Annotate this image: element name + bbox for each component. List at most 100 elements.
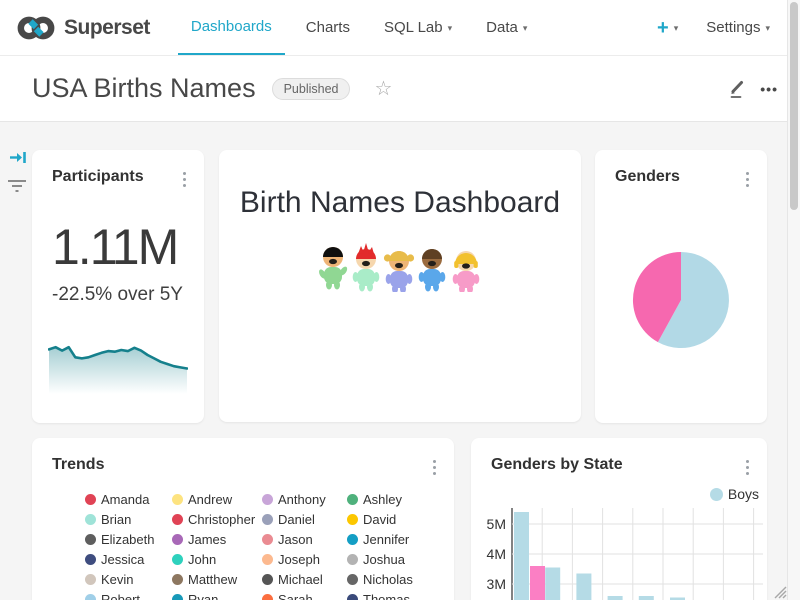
chevron-down-icon: ▾	[523, 23, 528, 34]
trends-legend-item[interactable]: Brian	[85, 512, 131, 527]
trends-legend-item[interactable]: Joseph	[262, 552, 320, 567]
trends-legend-item[interactable]: Jennifer	[347, 532, 409, 547]
trends-legend-item[interactable]: Sarah	[262, 592, 313, 600]
nav-item-dashboards[interactable]: Dashboards	[178, 0, 285, 55]
trends-legend-item[interactable]: Christopher	[172, 512, 255, 527]
bar-boys[interactable]	[608, 596, 623, 600]
legend-label: Joseph	[278, 552, 320, 567]
y-tick-label: 5M	[487, 516, 506, 532]
children-illustration	[317, 242, 483, 292]
filter-list-icon[interactable]	[7, 179, 27, 193]
dashboard-heading: Birth Names Dashboard	[219, 186, 581, 220]
edit-pencil-icon[interactable]	[728, 78, 747, 99]
legend-label: Christopher	[188, 512, 255, 527]
legend-dot	[85, 594, 96, 600]
legend-label: Daniel	[278, 512, 315, 527]
trends-legend-item[interactable]: Michael	[262, 572, 323, 587]
participants-trendline-chart	[48, 336, 188, 396]
legend-label: Thomas	[363, 592, 410, 600]
bar-boys[interactable]	[545, 568, 560, 600]
trends-legend-item[interactable]: Andrew	[172, 492, 232, 507]
legend-label: Ryan	[188, 592, 218, 600]
legend-dot	[347, 554, 358, 565]
resize-grip-icon[interactable]	[773, 584, 787, 599]
legend-dot	[172, 594, 183, 600]
superset-logo[interactable]: Superset	[16, 15, 150, 41]
legend-dot	[347, 514, 358, 525]
new-item-button[interactable]: + ▾	[657, 18, 678, 38]
superset-app: Superset Dashboards Charts SQL Lab ▾ Dat…	[0, 0, 800, 600]
legend-label: Ashley	[363, 492, 402, 507]
legend-dot	[172, 514, 183, 525]
legend-label: Elizabeth	[101, 532, 154, 547]
dashboard-grid: Participants 1.11M -22.5% over 5Y Birth …	[0, 121, 800, 600]
trends-legend-item[interactable]: Thomas	[347, 592, 410, 600]
nav-item-sql-lab[interactable]: SQL Lab ▾	[371, 0, 465, 55]
trends-legend-item[interactable]: David	[347, 512, 396, 527]
trend-area-fill	[49, 347, 187, 394]
trends-legend-item[interactable]: Jessica	[85, 552, 144, 567]
settings-menu[interactable]: Settings ▾	[706, 19, 770, 36]
trends-legend-item[interactable]: Joshua	[347, 552, 405, 567]
y-tick-label: 4M	[487, 546, 506, 562]
page-title: USA Births Names	[32, 73, 256, 104]
trends-legend-item[interactable]: Kevin	[85, 572, 134, 587]
favorite-star-icon[interactable]: ☆	[374, 76, 392, 101]
trends-legend-item[interactable]: Nicholas	[347, 572, 413, 587]
trends-legend-item[interactable]: Robert	[85, 592, 140, 600]
navbar-right: + ▾ Settings ▾	[657, 18, 770, 38]
participants-card: Participants 1.11M -22.5% over 5Y	[32, 150, 204, 423]
bar-boys[interactable]	[639, 596, 654, 600]
chevron-down-icon: ▾	[765, 23, 770, 34]
chart-title: Genders by State	[491, 456, 623, 474]
plus-icon: +	[657, 18, 669, 38]
bar-boys[interactable]	[576, 574, 591, 600]
trends-legend-item[interactable]: Elizabeth	[85, 532, 154, 547]
trends-legend-item[interactable]: Matthew	[172, 572, 237, 587]
trends-legend-item[interactable]: James	[172, 532, 226, 547]
scrollbar-thumb[interactable]	[790, 2, 798, 210]
nav-item-charts[interactable]: Charts	[293, 0, 363, 55]
published-badge[interactable]: Published	[272, 78, 351, 100]
legend-dot	[347, 534, 358, 545]
legend-label: Jennifer	[363, 532, 409, 547]
legend-dot	[172, 534, 183, 545]
scrollbar-track[interactable]	[787, 0, 800, 600]
bar-boys[interactable]	[514, 512, 529, 600]
more-actions-icon[interactable]: •••	[760, 81, 778, 97]
navbar: Superset Dashboards Charts SQL Lab ▾ Dat…	[0, 0, 800, 56]
legend-label: Andrew	[188, 492, 232, 507]
chevron-down-icon: ▾	[448, 23, 453, 34]
legend-dot	[262, 494, 273, 505]
trends-legend-item[interactable]: Anthony	[262, 492, 326, 507]
chart-title: Participants	[52, 168, 144, 186]
legend-label: David	[363, 512, 396, 527]
big-number-value: 1.11M	[52, 220, 177, 275]
legend-dot	[85, 534, 96, 545]
expand-filter-bar-icon[interactable]	[9, 149, 28, 166]
dashboard-header: USA Births Names Published ☆ •••	[0, 56, 800, 122]
nav-item-data[interactable]: Data ▾	[473, 0, 540, 55]
trends-legend-item[interactable]: Jason	[262, 532, 313, 547]
chevron-down-icon: ▾	[674, 23, 679, 34]
kebab-menu-icon[interactable]	[181, 167, 189, 192]
genders-card: Genders	[595, 150, 767, 423]
trends-legend-item[interactable]: John	[172, 552, 216, 567]
superset-infinity-icon	[16, 15, 56, 41]
legend-dot	[262, 514, 273, 525]
trends-legend-item[interactable]: Daniel	[262, 512, 315, 527]
legend-label: John	[188, 552, 216, 567]
bar-girls[interactable]	[530, 566, 545, 600]
trends-legend-item[interactable]: Ryan	[172, 592, 218, 600]
legend-label: Jason	[278, 532, 313, 547]
legend-dot	[85, 514, 96, 525]
trends-legend-item[interactable]: Ashley	[347, 492, 402, 507]
kebab-menu-icon[interactable]	[744, 455, 752, 480]
legend-dot	[85, 494, 96, 505]
brand-name: Superset	[64, 16, 150, 40]
legend-label: Nicholas	[363, 572, 413, 587]
legend-label: Matthew	[188, 572, 237, 587]
trends-legend-item[interactable]: Amanda	[85, 492, 149, 507]
legend-dot	[347, 574, 358, 585]
kebab-menu-icon[interactable]	[744, 167, 752, 192]
